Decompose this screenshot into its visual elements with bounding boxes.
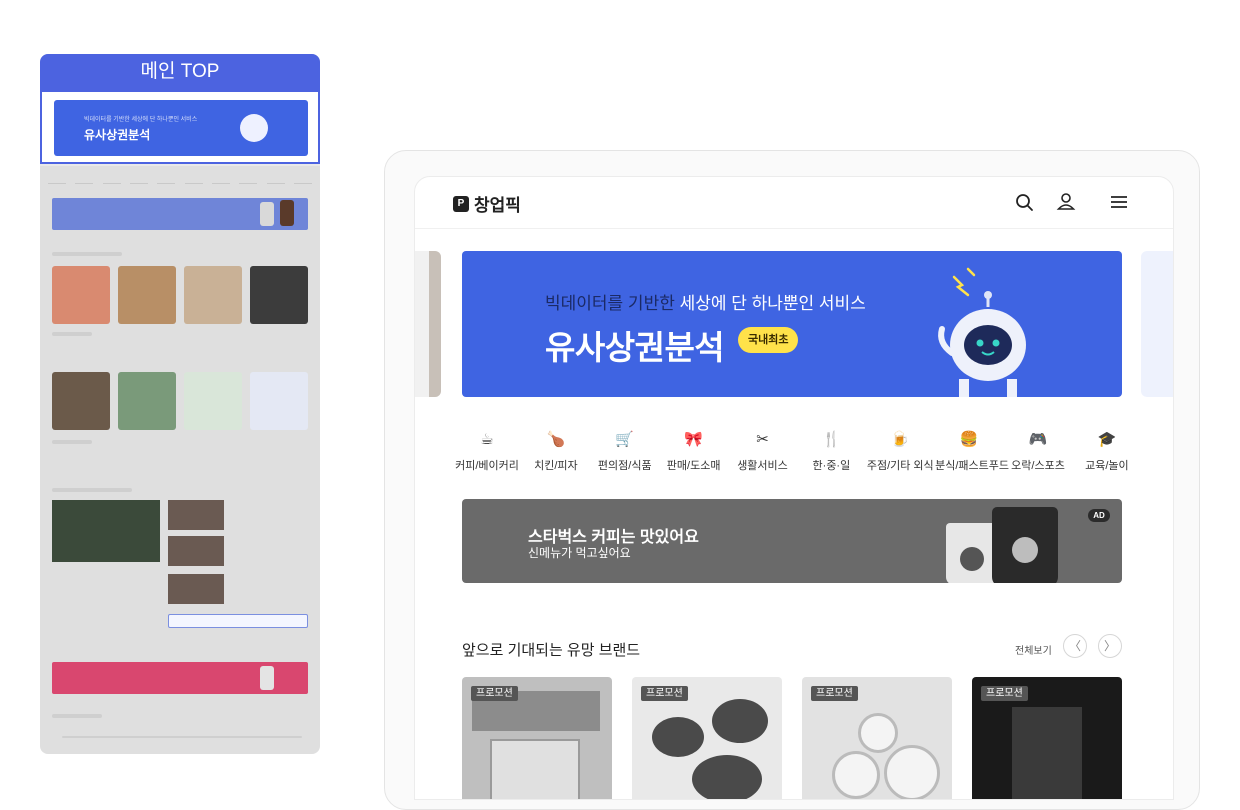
store-icon: 🛒 [615, 431, 635, 448]
preview-pink-ad [52, 662, 308, 694]
category-label: 교육/놀이 [1085, 460, 1129, 472]
preview-video [52, 500, 160, 562]
utensils-icon: 🍴 [822, 431, 841, 448]
menu-icon[interactable] [1108, 191, 1130, 213]
coffee-icon: ☕ [480, 431, 494, 448]
shop-icon: 🎀 [684, 431, 703, 448]
preview-banner: 빅데이터를 기반한 세상에 단 하나뿐인 서비스 유사상권분석 [54, 100, 308, 156]
page-preview-thumbnail: 메인 TOP 빅데이터를 기반한 세상에 단 하나뿐인 서비스 유사상권분석 [40, 54, 320, 754]
fastfood-icon: 🍔 [959, 431, 979, 448]
brand-card-list: 프로모션 프로모션 프로모션 프로모션 [462, 677, 1122, 799]
category-entertainment[interactable]: 🎮 오락/스포츠 [1004, 429, 1072, 473]
hero-banner[interactable]: 빅데이터를 기반한 세상에 단 하나뿐인 서비스 유사상권분석 국내최초 [462, 251, 1122, 397]
user-icon[interactable] [1055, 191, 1077, 213]
category-label: 오락/스포츠 [1011, 460, 1065, 472]
category-label: 주점/기타 외식 [866, 460, 934, 472]
section-title: 앞으로 기대되는 유망 브랜드 [462, 642, 641, 659]
category-pub[interactable]: 🍺 주점/기타 외식 [866, 429, 934, 473]
robot-icon [240, 114, 268, 142]
promo-badge: 프로모션 [981, 686, 1028, 701]
game-icon: 🎮 [1028, 431, 1048, 448]
preview-banner-title: 유사상권분석 [84, 128, 151, 142]
brand-card[interactable]: 프로모션 [632, 677, 782, 799]
tools-icon: ✂ [756, 431, 769, 448]
chicken-icon: 🍗 [546, 431, 566, 448]
chevron-right-icon[interactable]: 〉 [1098, 634, 1122, 658]
chevron-left-icon[interactable]: 〈 [1063, 634, 1087, 658]
category-coffee[interactable]: ☕ 커피/베이커리 [453, 429, 521, 473]
brand-card[interactable]: 프로모션 [972, 677, 1122, 799]
ad-tag: AD [1088, 509, 1110, 522]
category-label: 판매/도소매 [666, 460, 721, 472]
hero-subtitle: 빅데이터를 기반한 세상에 단 하나뿐인 서비스 [545, 289, 866, 314]
preview-more-button [168, 614, 308, 628]
preview-ad-banner [52, 198, 308, 230]
category-label: 치킨/피자 [534, 460, 578, 472]
preview-video-thumb [168, 536, 224, 566]
next-slide-peek[interactable] [1141, 251, 1173, 397]
preview-section-label: 메인 TOP [40, 54, 320, 90]
hero-badge: 국내최초 [738, 327, 799, 353]
preview-brand-grid-1 [52, 266, 308, 324]
promo-badge: 프로모션 [641, 686, 688, 701]
category-education[interactable]: 🎓 교육/놀이 [1073, 429, 1141, 473]
preview-video-thumb [168, 500, 224, 530]
category-convenience[interactable]: 🛒 편의점/식품 [591, 429, 659, 473]
ad-subtitle: 신메뉴가 먹고싶어요 [528, 546, 631, 560]
search-icon[interactable] [1014, 191, 1036, 213]
coffee-cup-image [946, 523, 998, 583]
category-label: 편의점/식품 [597, 460, 652, 472]
iced-coffee-image [992, 507, 1058, 583]
category-fastfood[interactable]: 🍔 분식/패스트푸드 [935, 429, 1010, 473]
preview-text-line [52, 440, 92, 444]
preview-video-thumb [168, 574, 224, 604]
mobile-screen: P 창업픽 빅데이터를 기반한 세상에 단 하나뿐인 서비스 유사상권분석 국내… [414, 176, 1174, 800]
preview-category-row [48, 172, 312, 192]
app-header: P 창업픽 [415, 177, 1173, 229]
preview-heading [52, 714, 102, 718]
hero-subtitle-prefix: 빅데이터를 기반한 [545, 294, 680, 313]
hero-subtitle-highlight: 세상에 단 하나뿐인 서비스 [679, 294, 866, 313]
preview-highlighted-banner[interactable]: 빅데이터를 기반한 세상에 단 하나뿐인 서비스 유사상권분석 [40, 90, 320, 164]
ad-banner[interactable]: 스타벅스 커피는 맛있어요 신메뉴가 먹고싶어요 AD [462, 499, 1122, 583]
preview-brand-grid-2 [52, 372, 308, 430]
category-asian[interactable]: 🍴 한·중·일 [797, 429, 865, 473]
brand-card[interactable]: 프로모션 [462, 677, 612, 799]
view-all-link[interactable]: 전체보기 [1015, 642, 1052, 657]
category-label: 생활서비스 [737, 460, 788, 472]
app-logo[interactable]: P 창업픽 [453, 191, 521, 216]
logo-text: 창업픽 [474, 196, 521, 215]
category-label: 분식/패스트푸드 [935, 460, 1010, 472]
education-icon: 🎓 [1097, 431, 1117, 448]
category-chicken[interactable]: 🍗 치킨/피자 [522, 429, 590, 473]
category-retail[interactable]: 🎀 판매/도소매 [660, 429, 728, 473]
promo-badge: 프로모션 [811, 686, 858, 701]
preview-heading [52, 488, 132, 492]
category-label: 한·중·일 [812, 460, 851, 472]
category-label: 커피/베이커리 [455, 460, 519, 472]
brand-card[interactable]: 프로모션 [802, 677, 952, 799]
drink-icon: 🍺 [890, 431, 910, 448]
hero-title: 유사상권분석 [545, 329, 725, 366]
preview-banner-subtitle: 빅데이터를 기반한 세상에 단 하나뿐인 서비스 [84, 117, 198, 123]
logo-mark-icon: P [453, 195, 469, 212]
preview-rank-row [62, 736, 302, 738]
category-services[interactable]: ✂ 생활서비스 [729, 429, 797, 473]
robot-icon [938, 267, 1026, 397]
category-row: ☕ 커피/베이커리 🍗 치킨/피자 🛒 편의점/식품 🎀 판매/도소매 ✂ 생활… [453, 429, 1141, 473]
preview-text-line [52, 332, 92, 336]
prev-slide-peek[interactable] [415, 251, 441, 397]
promo-badge: 프로모션 [471, 686, 518, 701]
preview-heading [52, 252, 122, 256]
